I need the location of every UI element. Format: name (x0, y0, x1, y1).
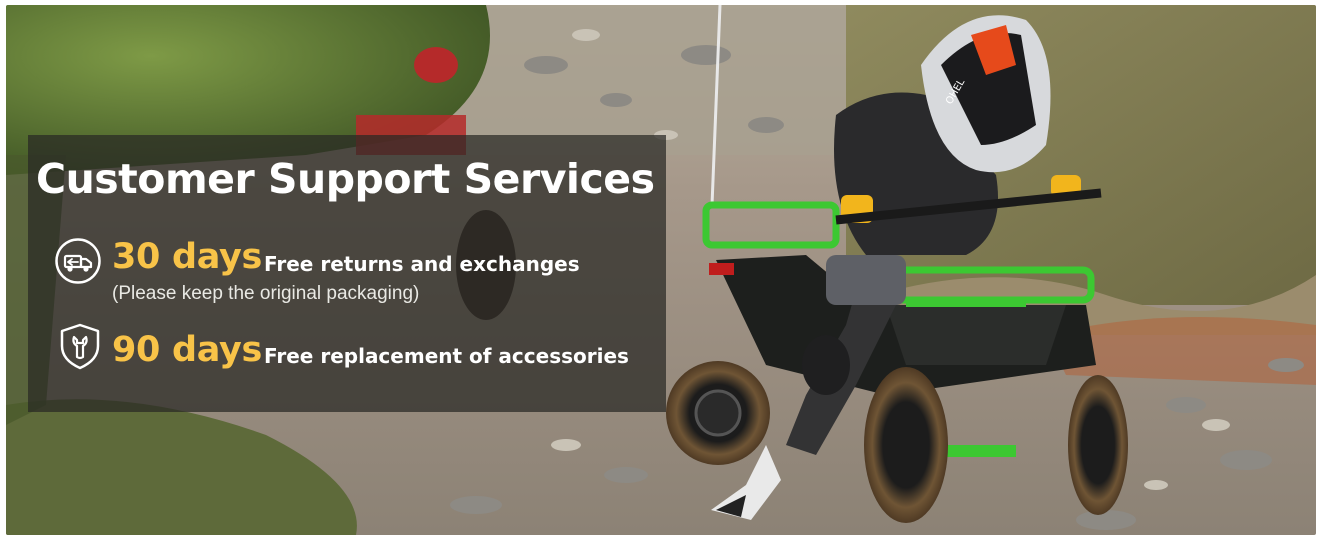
offer-title-accessories: Free replacement of accessories (264, 344, 629, 368)
offer-title-returns: Free returns and exchanges (264, 252, 580, 276)
offer-days-accessories: 90 days (112, 330, 263, 370)
support-banner: OHEL Customer Support Services 30 days F… (6, 5, 1316, 535)
banner-headline: Customer Support Services (36, 155, 655, 203)
offer-days-returns: 30 days (112, 237, 263, 277)
shield-wrench-icon (60, 323, 100, 370)
truck-returns-icon (55, 238, 101, 284)
offer-note-returns: (Please keep the original packaging) (112, 283, 420, 304)
